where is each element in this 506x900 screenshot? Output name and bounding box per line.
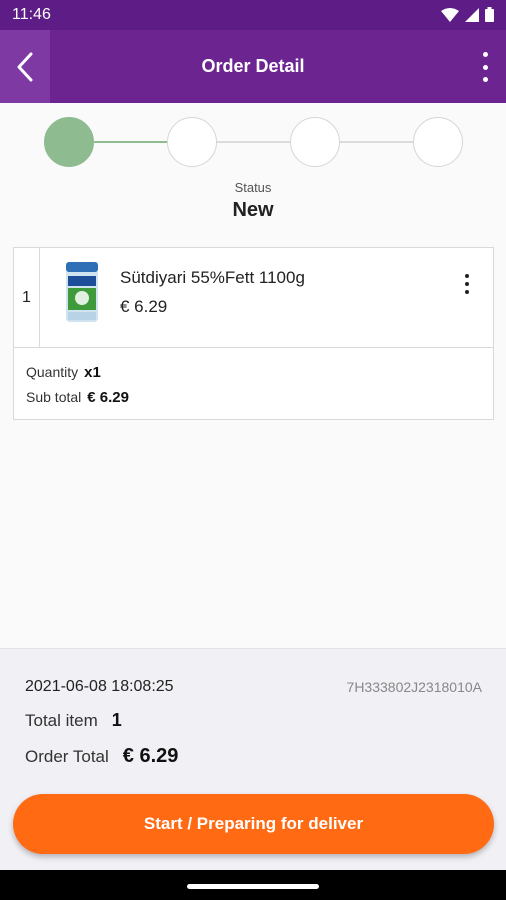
- subtotal-value: € 6.29: [87, 389, 129, 406]
- page-title: Order Detail: [201, 56, 305, 76]
- subtotal-label: Sub total: [26, 389, 82, 405]
- order-total-row: Order Total € 6.29: [25, 745, 178, 768]
- app-bar: Order Detail: [0, 30, 506, 103]
- item-price: € 6.29: [120, 297, 168, 316]
- status-time: 11:46: [12, 6, 51, 23]
- status-bar: 11:46: [0, 0, 506, 30]
- signal-icon: [465, 7, 479, 22]
- order-content: Status New 1 Sütdiyari 55%Fett 1100g € 6…: [0, 103, 506, 648]
- order-item-row[interactable]: 1 Sütdiyari 55%Fett 1100g € 6.29: [14, 248, 493, 348]
- order-item-card: 1 Sütdiyari 55%Fett 1100g € 6.29 Quantit…: [13, 247, 494, 420]
- order-id: 7H333802J2318010A: [346, 679, 482, 695]
- quantity-row: Quantity x1: [26, 364, 101, 381]
- step-3: [290, 117, 340, 167]
- total-item-row: Total item 1: [25, 710, 122, 731]
- system-nav-bar: [0, 870, 506, 900]
- item-name: Sütdiyari 55%Fett 1100g: [120, 268, 305, 287]
- product-image: [66, 262, 98, 322]
- total-item-value: 1: [111, 710, 122, 730]
- step-2: [167, 117, 217, 167]
- total-item-label: Total item: [25, 711, 98, 730]
- order-total-value: € 6.29: [122, 745, 179, 767]
- status-value: New: [232, 199, 274, 221]
- step-line-1: [94, 141, 167, 143]
- subtotal-row: Sub total € 6.29: [26, 389, 129, 406]
- quantity-label: Quantity: [26, 364, 79, 380]
- step-line-3: [340, 141, 413, 143]
- wifi-icon: [441, 7, 459, 22]
- order-date: 2021-06-08 18:08:25: [25, 678, 174, 695]
- step-line-2: [217, 141, 290, 143]
- order-stepper: [0, 103, 506, 183]
- item-more-icon[interactable]: [463, 274, 471, 294]
- status-label: Status: [234, 180, 272, 195]
- quantity-value: x1: [84, 364, 101, 381]
- home-gesture-handle[interactable]: [187, 884, 319, 889]
- battery-icon: [485, 7, 494, 22]
- order-total-label: Order Total: [25, 747, 109, 766]
- order-summary: 2021-06-08 18:08:25 7H333802J2318010A To…: [0, 648, 506, 870]
- start-preparing-button[interactable]: Start / Preparing for deliver: [13, 794, 494, 854]
- item-index: 1: [14, 248, 40, 348]
- step-4: [413, 117, 463, 167]
- more-vert-icon[interactable]: [478, 52, 492, 82]
- step-1: [44, 117, 94, 167]
